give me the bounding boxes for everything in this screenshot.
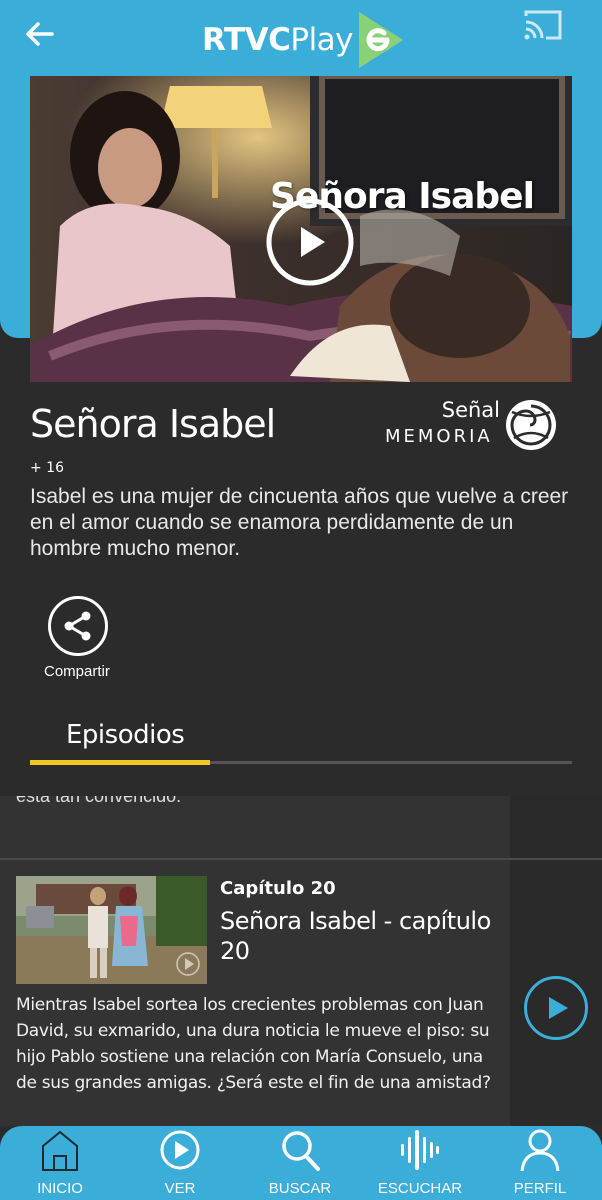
channel-logo-bottom: MEMORIA	[385, 426, 493, 447]
nav-item-escuchar[interactable]: ESCUCHAR	[360, 1126, 480, 1200]
cast-icon	[524, 10, 562, 40]
rtvc-play-logo: RTVCPlay	[202, 10, 405, 70]
nav-item-perfil[interactable]: PERFIL	[480, 1126, 600, 1200]
episode-thumbnail[interactable]	[16, 876, 207, 984]
share-icon	[64, 611, 91, 641]
episode-side-panel	[510, 796, 602, 1126]
play-icon	[549, 997, 568, 1019]
spiral-icon	[506, 400, 556, 450]
show-description: Isabel es una mujer de cincuenta años qu…	[30, 485, 569, 560]
nav-item-ver[interactable]: VER	[120, 1126, 240, 1200]
episode-image	[16, 876, 207, 984]
episode-description: Mientras Isabel sortea los crecientes pr…	[16, 995, 491, 1093]
back-button[interactable]	[22, 16, 58, 52]
play-circle-icon	[266, 198, 354, 286]
channel-logo: Señal MEMORIA	[385, 396, 560, 456]
home-icon	[42, 1130, 78, 1171]
hero-video[interactable]: Señora Isabel	[30, 76, 572, 382]
episode-title[interactable]: Señora Isabel - capítulo 20	[220, 906, 505, 966]
tab-episodios[interactable]: Episodios	[66, 720, 185, 750]
audio-wave-icon	[401, 1130, 439, 1170]
hero-play-button[interactable]	[265, 197, 355, 287]
share-label: Compartir	[44, 663, 110, 680]
search-icon	[282, 1131, 320, 1171]
user-icon	[520, 1129, 560, 1172]
show-title: Señora Isabel	[30, 402, 276, 446]
episode-play-button[interactable]	[524, 976, 588, 1040]
logo-text: RTVCPlay	[202, 22, 354, 58]
episode-divider	[0, 858, 602, 860]
cast-button[interactable]	[522, 8, 564, 42]
nav-label: VER	[164, 1180, 196, 1197]
tab-active-indicator	[30, 760, 210, 765]
age-rating: + 16	[30, 460, 64, 476]
nav-item-buscar[interactable]: BUSCAR	[240, 1126, 360, 1200]
channel-logo-top: Señal	[441, 398, 500, 422]
arrow-left-icon	[26, 22, 54, 46]
nav-label: INICIO	[37, 1180, 83, 1197]
episode-number: Capítulo 20	[220, 878, 336, 899]
nav-label: PERFIL	[513, 1180, 567, 1197]
bottom-navigation: INICIO VER BUSCAR ESCUCHAR PERFIL	[0, 1126, 602, 1200]
share-button[interactable]	[48, 596, 108, 656]
previous-episode-text: esta tan convencido.	[16, 796, 182, 806]
play-circle-icon	[160, 1130, 200, 1170]
logo-play-mark-icon	[359, 12, 404, 68]
nav-item-inicio[interactable]: INICIO	[0, 1126, 120, 1200]
episodes-list: esta tan convencido. Capítulo 20 Señora …	[0, 796, 602, 1126]
nav-label: BUSCAR	[268, 1180, 332, 1197]
nav-label: ESCUCHAR	[377, 1180, 463, 1197]
